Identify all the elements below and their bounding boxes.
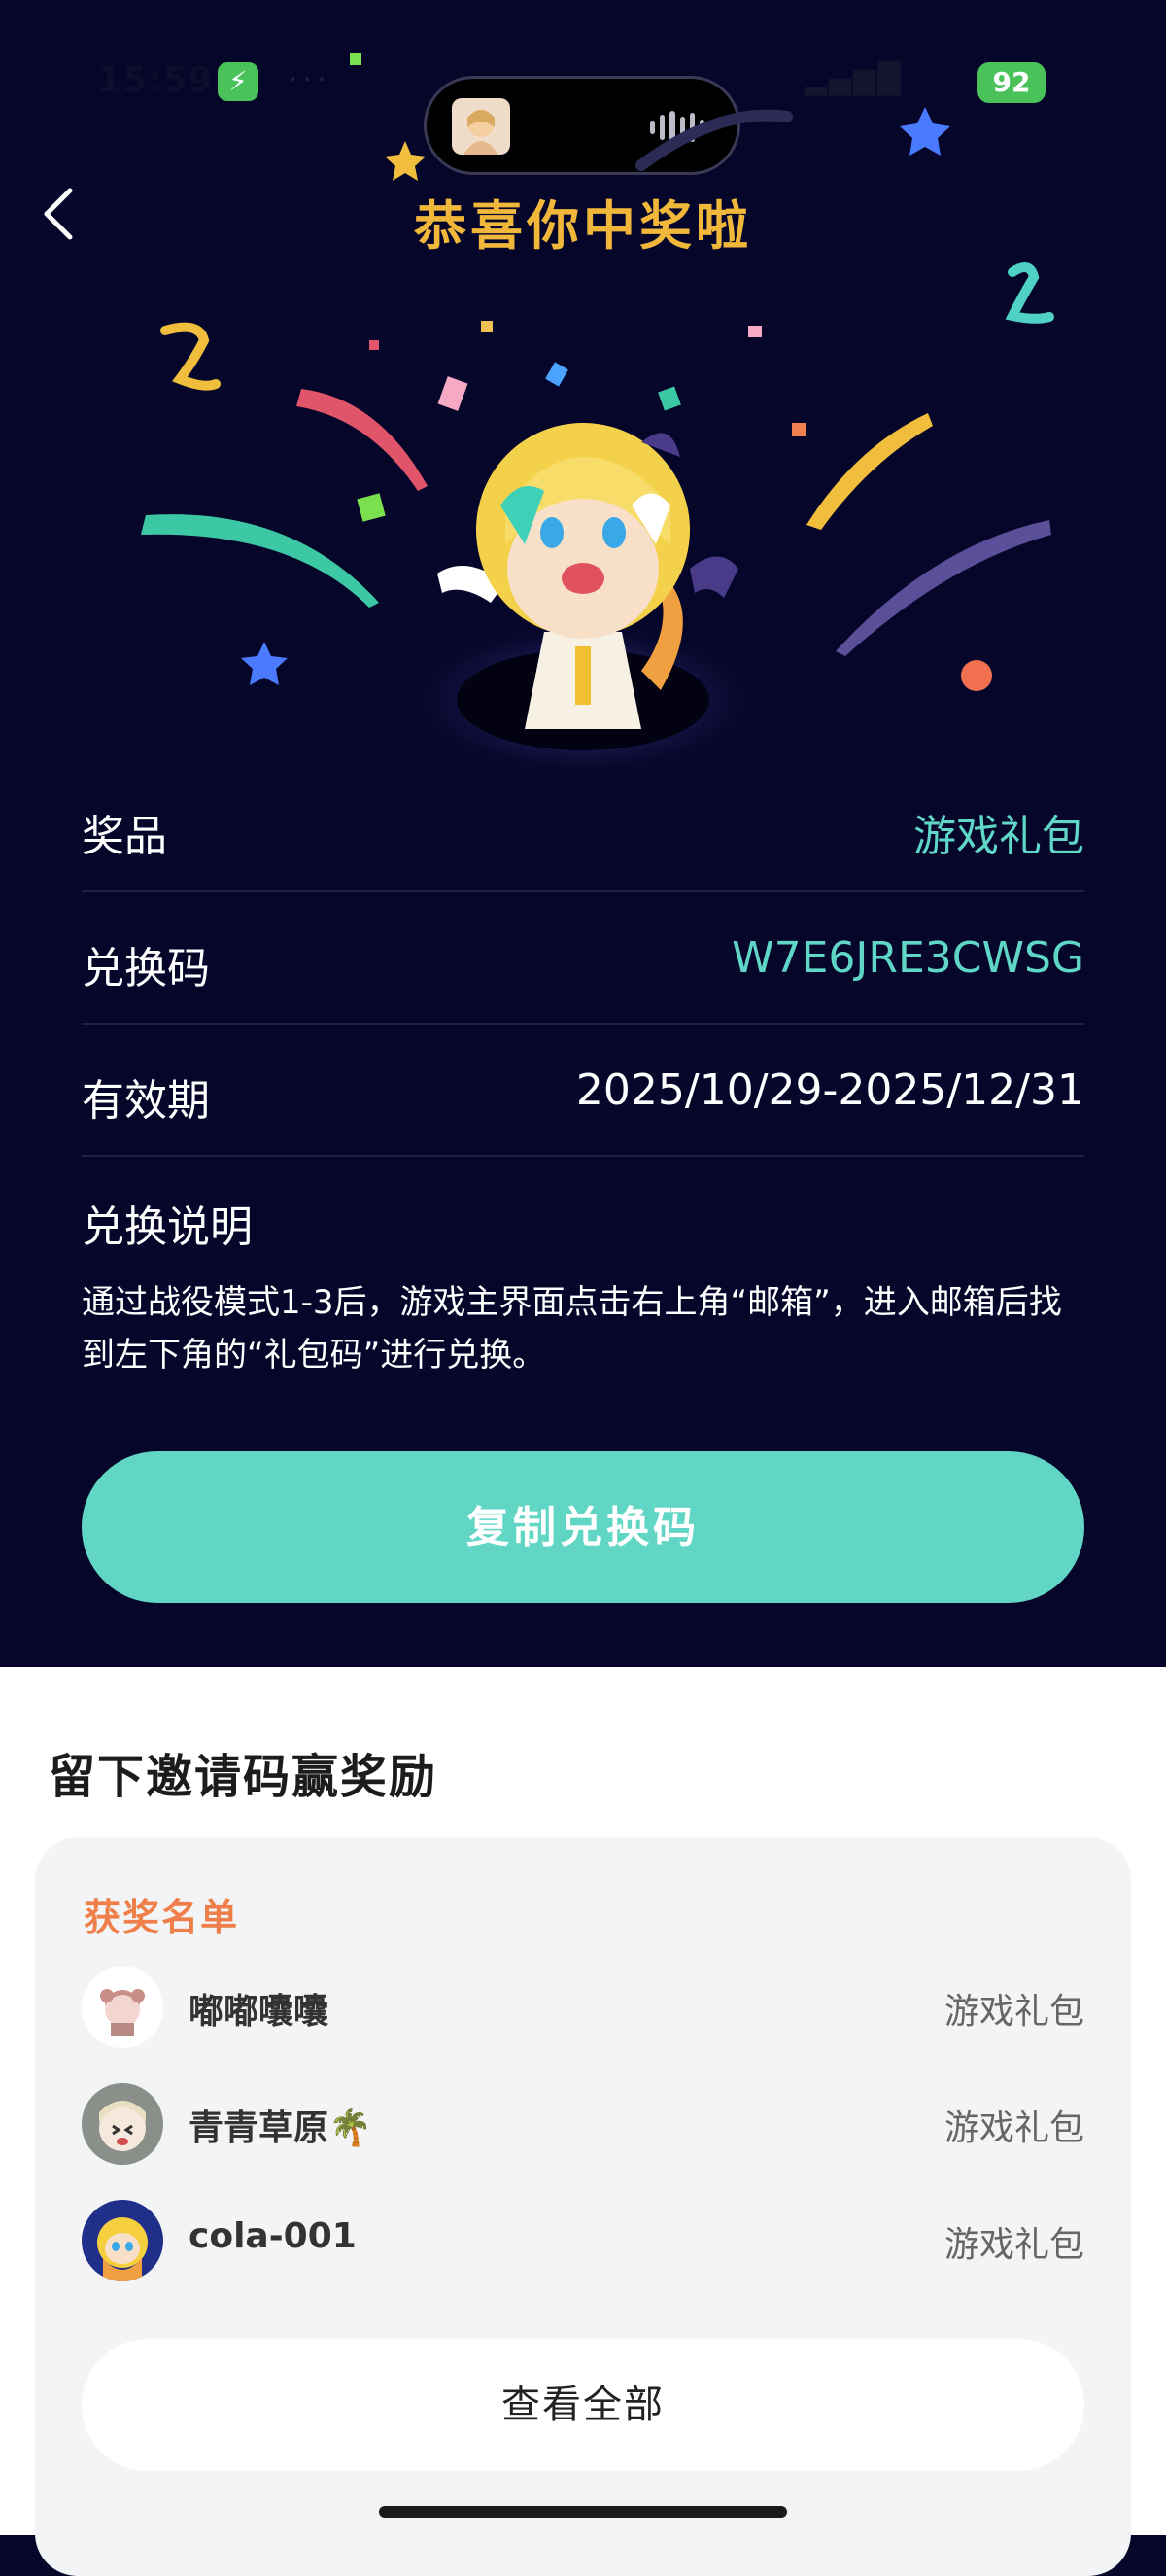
winner-name: 青青草原🌴 [189, 2108, 372, 2148]
winner-prize: 游戏礼包 [943, 2225, 1084, 2265]
winners-card: 获奖名单 嘟嘟囔囔 游戏礼包 青青草原🌴 游戏礼包 cola-001 游戏礼包 … [35, 1837, 1131, 2576]
winner-name: cola-001 [189, 2216, 357, 2256]
instructions-title: 兑换说明 [82, 1202, 253, 1252]
prize-label: 奖品 [82, 812, 167, 861]
avatar [82, 1967, 163, 2048]
invite-title: 留下邀请码赢奖励 [49, 1750, 438, 1804]
validity-value: 2025/10/29-2025/12/31 [575, 1065, 1084, 1115]
validity-label: 有效期 [82, 1076, 210, 1126]
home-indicator[interactable] [379, 2506, 787, 2518]
winner-row: 青青草原🌴 游戏礼包 [82, 2080, 1084, 2168]
instructions-text: 通过战役模式1-3后，游戏主界面点击右上角“邮箱”，进入邮箱后找到左下角的“礼包… [82, 1283, 1062, 1375]
winner-prize: 游戏礼包 [943, 2108, 1084, 2148]
avatar [82, 2200, 163, 2281]
celebration-illustration [141, 53, 1054, 783]
winner-name: 嘟嘟囔囔 [189, 1992, 329, 2032]
prize-value: 游戏礼包 [913, 812, 1084, 861]
copy-code-button[interactable]: 复制兑换码 [82, 1451, 1084, 1603]
redeem-code-row[interactable]: 兑换码 W7E6JRE3CWSG [82, 890, 1084, 1025]
view-all-button[interactable]: 查看全部 [82, 2339, 1084, 2471]
winners-title: 获奖名单 [84, 1897, 240, 1939]
avatar [82, 2083, 163, 2165]
prize-result-panel: 15:59 ⚡ ··· ▂▄▆█ 92 恭喜你中奖啦 奖品 游戏礼包 兑换码 W… [0, 0, 1166, 1667]
invite-section: 留下邀请码赢奖励 获奖名单 嘟嘟囔囔 游戏礼包 青青草原🌴 游戏礼包 cola-… [0, 1667, 1166, 2576]
validity-row: 有效期 2025/10/29-2025/12/31 [82, 1023, 1084, 1157]
redeem-code-value[interactable]: W7E6JRE3CWSG [732, 933, 1084, 983]
winner-row: 嘟嘟囔囔 游戏礼包 [82, 1964, 1084, 2051]
winner-prize: 游戏礼包 [943, 1992, 1084, 2032]
page-title: 恭喜你中奖啦 [414, 195, 752, 257]
redeem-code-label: 兑换码 [82, 944, 210, 993]
prize-row: 奖品 游戏礼包 [82, 758, 1084, 892]
winner-row: cola-001 游戏礼包 [82, 2197, 1084, 2284]
